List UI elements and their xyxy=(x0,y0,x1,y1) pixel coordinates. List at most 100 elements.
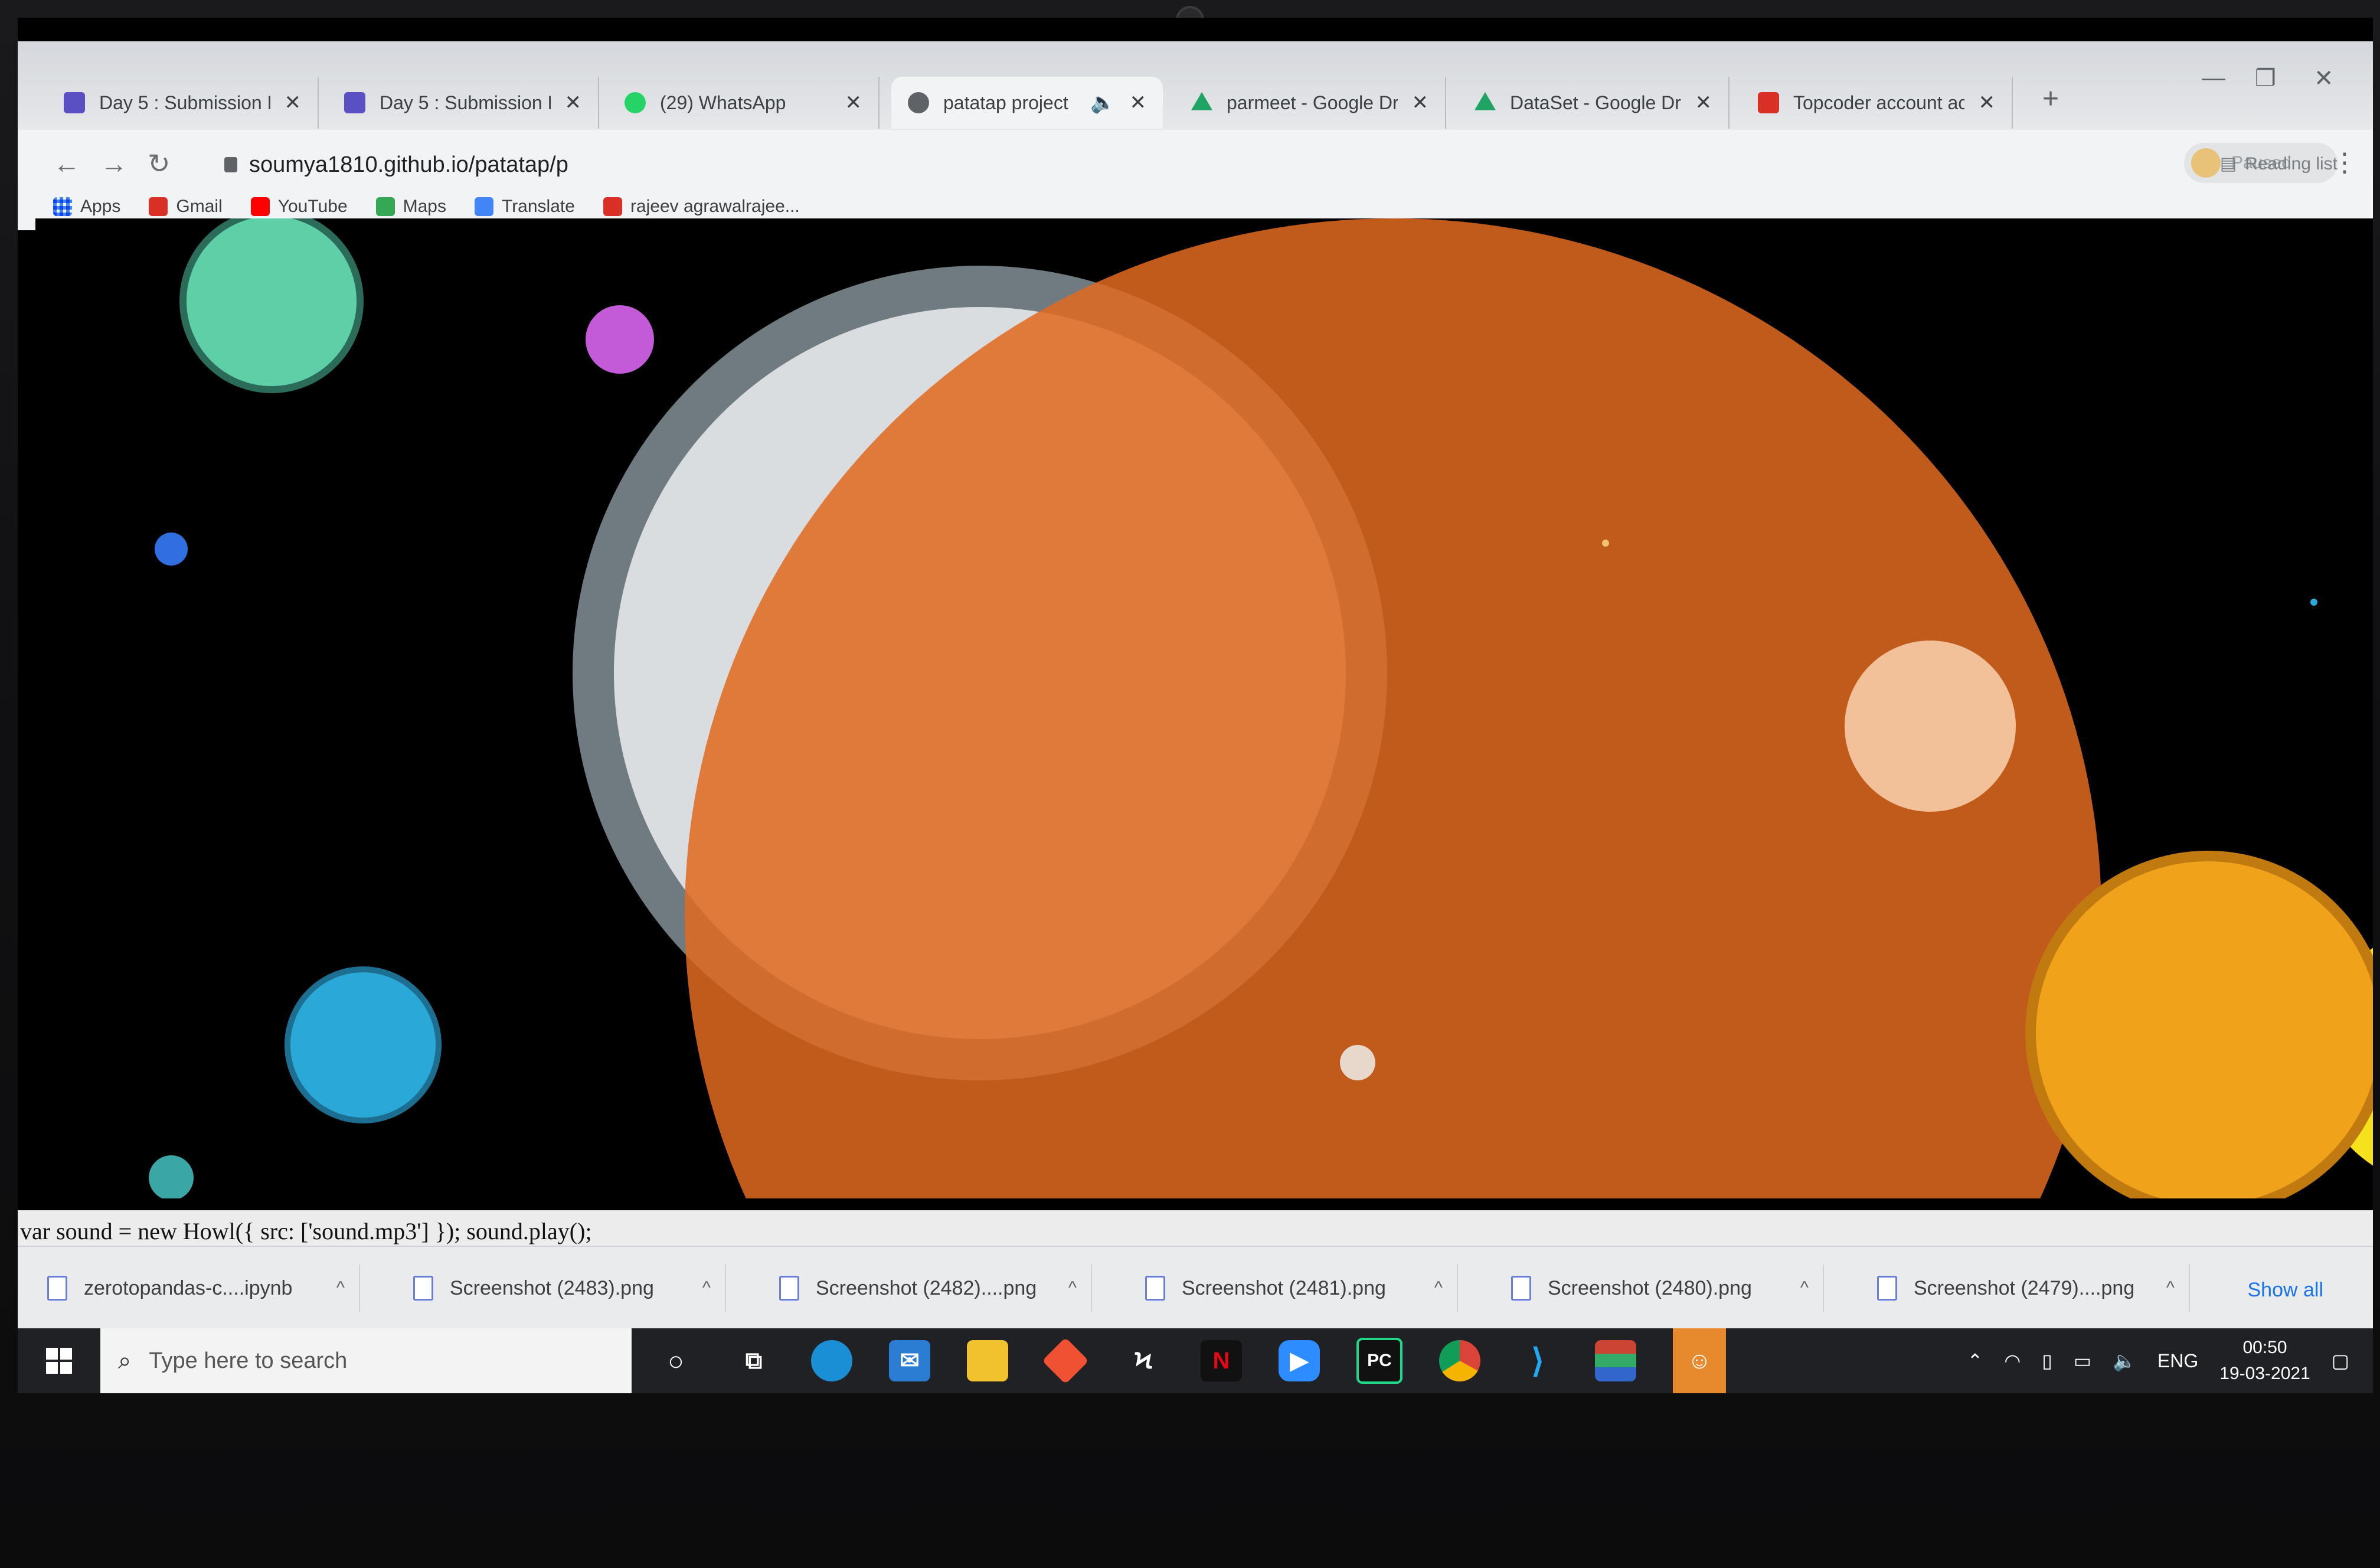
translate-icon xyxy=(474,197,493,216)
download-filename: Screenshot (2481).png xyxy=(1182,1276,1386,1299)
battery-icon[interactable]: ▭ xyxy=(2074,1350,2091,1372)
chevron-up-icon[interactable]: ^ xyxy=(336,1278,345,1298)
file-explorer-icon[interactable] xyxy=(967,1340,1008,1381)
notifications-icon[interactable]: ▢ xyxy=(2332,1350,2349,1372)
tiny-cyan-dot xyxy=(2310,599,2317,606)
clock[interactable]: 00:50 19-03-2021 xyxy=(2219,1335,2310,1387)
close-icon[interactable]: ✕ xyxy=(1130,91,1147,115)
download-item[interactable]: Screenshot (2482)....png ^ xyxy=(761,1265,1092,1312)
youtube-icon xyxy=(250,197,270,216)
show-all-button[interactable]: Show all xyxy=(2233,1270,2338,1310)
amber-circle xyxy=(2025,851,2373,1198)
windows-icon xyxy=(46,1348,72,1374)
git-icon[interactable] xyxy=(1042,1337,1089,1384)
apps-grid-icon xyxy=(53,197,72,216)
wifi-icon[interactable]: ◠ xyxy=(2004,1350,2021,1372)
tab-drive-parmeet[interactable]: parmeet - Google Driv ✕ xyxy=(1175,77,1446,129)
tiny-yellow-dot xyxy=(1602,540,1609,547)
restore-icon[interactable]: ❐ xyxy=(2255,65,2276,92)
task-view-icon[interactable]: ⧉ xyxy=(733,1340,774,1381)
discord-icon[interactable]: ☺ xyxy=(1673,1328,1726,1393)
tab-title: parmeet - Google Driv xyxy=(1227,92,1398,113)
download-item[interactable]: Screenshot (2483).png ^ xyxy=(395,1265,726,1312)
cyan-circle xyxy=(285,966,442,1123)
tab-day5-2[interactable]: Day 5 : Submission For ✕ xyxy=(328,77,599,129)
cortana-icon[interactable]: ○ xyxy=(655,1340,697,1381)
tab-title: DataSet - Google Drive xyxy=(1510,92,1681,113)
edge-icon[interactable] xyxy=(811,1340,852,1381)
small-white-dot xyxy=(1340,1045,1375,1080)
clock-date: 19-03-2021 xyxy=(2219,1364,2310,1383)
tab-drive-dataset[interactable]: DataSet - Google Drive ✕ xyxy=(1458,77,1730,129)
reading-list-label: Reading list xyxy=(2245,153,2338,174)
start-button[interactable] xyxy=(18,1328,100,1393)
avatar xyxy=(2191,148,2221,178)
device-icon[interactable]: ▯ xyxy=(2042,1350,2052,1372)
reading-list-button[interactable]: ▤ Reading list xyxy=(2220,153,2338,174)
patatap-canvas[interactable] xyxy=(35,218,2373,1198)
new-tab-button[interactable]: + xyxy=(2042,83,2059,115)
screen: Day 5 : Submission For ✕ Day 5 : Submiss… xyxy=(18,18,2373,1393)
bookmark-label: YouTube xyxy=(277,197,348,216)
reload-button[interactable]: ↻ xyxy=(148,148,171,179)
forward-button[interactable]: → xyxy=(100,148,128,179)
file-icon xyxy=(413,1276,433,1301)
volume-icon[interactable]: 🔈 xyxy=(2113,1350,2136,1372)
pinned-apps: ○ ⧉ ✉ Ϟ N ▶ PC ⟩ ☺ xyxy=(655,1328,1726,1393)
close-icon[interactable]: ✕ xyxy=(285,91,302,115)
system-tray: ⌃ ◠ ▯ ▭ 🔈 ENG 00:50 19-03-2021 ▢ xyxy=(1967,1328,2349,1393)
speaker-muted-icon[interactable]: 🔈 xyxy=(1090,91,1115,115)
chrome-icon[interactable] xyxy=(1439,1340,1480,1381)
bookmark-maps[interactable]: Maps xyxy=(375,197,446,217)
blue-dot xyxy=(155,533,188,566)
url-text: soumya1810.github.io/patatap/p xyxy=(249,152,568,177)
bookmark-rajeev[interactable]: rajeev agrawalrajee... xyxy=(603,197,800,217)
download-item[interactable]: Screenshot (2479)....png ^ xyxy=(1859,1265,2190,1312)
taskbar-search[interactable]: ⌕ Type here to search xyxy=(100,1328,632,1393)
back-button[interactable]: ← xyxy=(53,148,80,179)
chevron-up-icon[interactable]: ^ xyxy=(1434,1278,1443,1298)
whatsapp-icon xyxy=(625,92,646,113)
magenta-circle xyxy=(586,305,654,374)
close-icon[interactable]: ✕ xyxy=(1979,91,1996,115)
language-indicator[interactable]: ENG xyxy=(2157,1350,2198,1372)
pycharm-icon[interactable]: PC xyxy=(1356,1338,1402,1384)
download-item[interactable]: Screenshot (2481).png ^ xyxy=(1127,1265,1458,1312)
bookmark-gmail[interactable]: Gmail xyxy=(149,197,223,217)
close-icon[interactable]: ✕ xyxy=(845,91,862,115)
tab-whatsapp[interactable]: (29) WhatsApp ✕ xyxy=(608,77,880,129)
winrar-icon[interactable] xyxy=(1595,1340,1636,1381)
tab-gmail-topcoder[interactable]: Topcoder account activ ✕ xyxy=(1741,77,2013,129)
minimize-icon[interactable]: — xyxy=(2202,65,2225,92)
window-close-icon[interactable]: ✕ xyxy=(2314,65,2334,92)
maps-icon xyxy=(375,197,395,216)
vscode-icon[interactable]: ⟩ xyxy=(1517,1340,1558,1381)
sublime-icon[interactable]: Ϟ xyxy=(1123,1340,1164,1381)
tab-patatap[interactable]: patatap project 🔈 ✕ xyxy=(891,77,1163,129)
close-icon[interactable]: ✕ xyxy=(565,91,582,115)
download-filename: Screenshot (2479)....png xyxy=(1914,1276,2135,1299)
tab-day5-1[interactable]: Day 5 : Submission For ✕ xyxy=(47,77,319,129)
chevron-up-icon[interactable]: ^ xyxy=(1800,1278,1809,1298)
address-bar[interactable]: soumya1810.github.io/patatap/p xyxy=(201,143,2178,187)
file-icon xyxy=(779,1276,799,1301)
bookmark-translate[interactable]: Translate xyxy=(474,197,575,217)
bookmark-youtube[interactable]: YouTube xyxy=(250,197,348,217)
close-icon[interactable]: ✕ xyxy=(1412,91,1429,115)
download-shelf: zerotopandas-c....ipynb ^ Screenshot (24… xyxy=(18,1246,2373,1329)
download-item[interactable]: zerotopandas-c....ipynb ^ xyxy=(30,1265,360,1312)
drive-icon xyxy=(1191,92,1212,110)
file-icon xyxy=(1145,1276,1165,1301)
chevron-up-icon[interactable]: ^ xyxy=(2166,1278,2175,1298)
chevron-up-icon[interactable]: ⌃ xyxy=(1967,1350,1983,1372)
mail-icon[interactable]: ✉ xyxy=(889,1340,930,1381)
chevron-up-icon[interactable]: ^ xyxy=(702,1278,711,1298)
peach-circle xyxy=(1845,641,2016,812)
netflix-icon[interactable]: N xyxy=(1201,1340,1242,1381)
chevron-up-icon[interactable]: ^ xyxy=(1068,1278,1077,1298)
download-item[interactable]: Screenshot (2480).png ^ xyxy=(1493,1265,1824,1312)
zoom-icon[interactable]: ▶ xyxy=(1279,1340,1320,1381)
lock-icon xyxy=(224,157,237,172)
close-icon[interactable]: ✕ xyxy=(1695,91,1712,115)
bookmark-apps[interactable]: Apps xyxy=(53,197,120,217)
